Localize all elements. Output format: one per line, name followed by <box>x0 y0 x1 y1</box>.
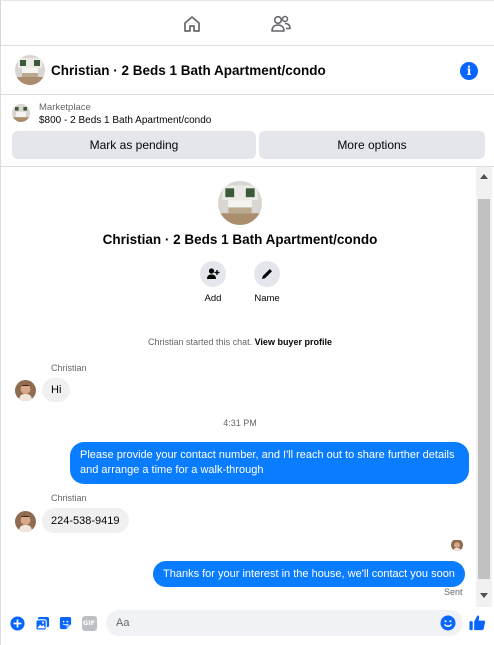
read-receipt-avatar <box>451 539 463 551</box>
plus-icon[interactable] <box>9 615 25 631</box>
view-buyer-profile-link[interactable]: View buyer profile <box>255 337 332 347</box>
sender-avatar[interactable] <box>15 380 36 401</box>
gif-icon[interactable]: GIF <box>81 615 97 631</box>
gif-label: GIF <box>81 615 97 631</box>
scroll-thumb[interactable] <box>478 199 490 579</box>
message-status: Sent <box>444 587 463 597</box>
add-label: Add <box>204 293 222 304</box>
listing-thumbnail[interactable] <box>12 104 30 122</box>
conversation-avatar <box>218 181 262 225</box>
outgoing-message[interactable]: Please provide your contact number, and … <box>70 442 469 484</box>
chat-start-text: Christian started this chat. <box>148 337 253 347</box>
sender-avatar[interactable] <box>15 511 36 532</box>
more-options-button[interactable]: More options <box>259 131 485 159</box>
sender-name: Christian <box>51 363 87 373</box>
add-people-button[interactable]: Add <box>183 261 243 304</box>
scroll-down-arrow[interactable] <box>480 593 488 598</box>
header-title[interactable]: Christian · 2 Beds 1 Bath Apartment/cond… <box>51 63 326 78</box>
home-icon[interactable] <box>181 13 203 35</box>
message-timestamp: 4:31 PM <box>223 418 257 428</box>
message-composer: GIF <box>1 607 494 645</box>
incoming-message[interactable]: 224-538-9419 <box>42 508 129 533</box>
marketplace-label: Marketplace <box>39 102 91 113</box>
marketplace-panel: Marketplace $800 - 2 Beds 1 Bath Apartme… <box>1 95 494 167</box>
conversation-header: Christian · 2 Beds 1 Bath Apartment/cond… <box>1 46 494 95</box>
info-icon[interactable]: i <box>460 62 478 80</box>
emoji-icon[interactable] <box>440 615 456 631</box>
message-input[interactable] <box>106 610 463 636</box>
top-navigation <box>1 0 494 46</box>
add-person-icon[interactable] <box>200 261 226 287</box>
scroll-up-arrow[interactable] <box>480 174 488 179</box>
listing-avatar[interactable] <box>15 55 45 85</box>
thumbs-up-icon[interactable] <box>468 613 487 632</box>
outgoing-message[interactable]: Thanks for your interest in the house, w… <box>153 561 465 587</box>
photo-icon[interactable] <box>34 615 50 631</box>
name-label: Name <box>254 293 280 304</box>
message-thread[interactable]: Christian · 2 Beds 1 Bath Apartment/cond… <box>1 167 494 607</box>
mark-as-pending-button[interactable]: Mark as pending <box>12 131 256 159</box>
pencil-icon[interactable] <box>254 261 280 287</box>
sender-name: Christian <box>51 493 87 503</box>
chat-scrollbar[interactable] <box>476 167 492 607</box>
chat-start-notice: Christian started this chat. View buyer … <box>1 337 479 347</box>
messenger-window: Christian · 2 Beds 1 Bath Apartment/cond… <box>0 0 494 645</box>
sticker-icon[interactable] <box>57 615 73 631</box>
people-icon[interactable] <box>270 13 292 35</box>
listing-price[interactable]: $800 - 2 Beds 1 Bath Apartment/condo <box>39 115 211 126</box>
conversation-title: Christian · 2 Beds 1 Bath Apartment/cond… <box>102 232 378 247</box>
incoming-message[interactable]: Hi <box>42 378 71 402</box>
name-conversation-button[interactable]: Name <box>237 261 297 304</box>
